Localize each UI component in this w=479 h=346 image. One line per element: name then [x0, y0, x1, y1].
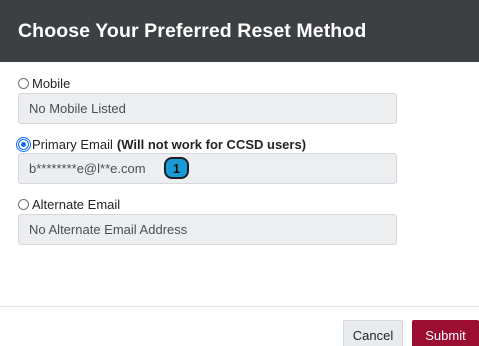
alternate-email-radio[interactable] — [18, 199, 29, 210]
primary-email-option[interactable]: Primary Email (Will not work for CCSD us… — [16, 137, 307, 152]
primary-email-label: Primary Email — [32, 137, 113, 152]
primary-email-radio[interactable] — [16, 137, 31, 152]
submit-button[interactable]: Submit — [412, 320, 479, 346]
cancel-button[interactable]: Cancel — [343, 320, 403, 346]
mobile-option[interactable]: Mobile — [18, 76, 70, 91]
primary-email-value: b********e@l**e.com — [29, 161, 146, 176]
mobile-field: No Mobile Listed — [18, 93, 397, 124]
annotation-badge: 1 — [164, 157, 189, 179]
mobile-radio[interactable] — [18, 78, 29, 89]
mobile-value: No Mobile Listed — [29, 101, 126, 116]
primary-email-note: (Will not work for CCSD users) — [116, 137, 307, 152]
alternate-email-value: No Alternate Email Address — [29, 222, 188, 237]
alternate-email-option[interactable]: Alternate Email — [18, 197, 120, 212]
annotation-badge-number: 1 — [172, 160, 181, 176]
primary-email-field: b********e@l**e.com — [18, 153, 397, 184]
mobile-label: Mobile — [32, 76, 71, 91]
alternate-email-label: Alternate Email — [32, 197, 121, 212]
dialog-header: Choose Your Preferred Reset Method — [0, 0, 479, 62]
footer-divider — [0, 306, 479, 307]
alternate-email-field: No Alternate Email Address — [18, 214, 397, 245]
dialog-title: Choose Your Preferred Reset Method — [18, 19, 367, 42]
